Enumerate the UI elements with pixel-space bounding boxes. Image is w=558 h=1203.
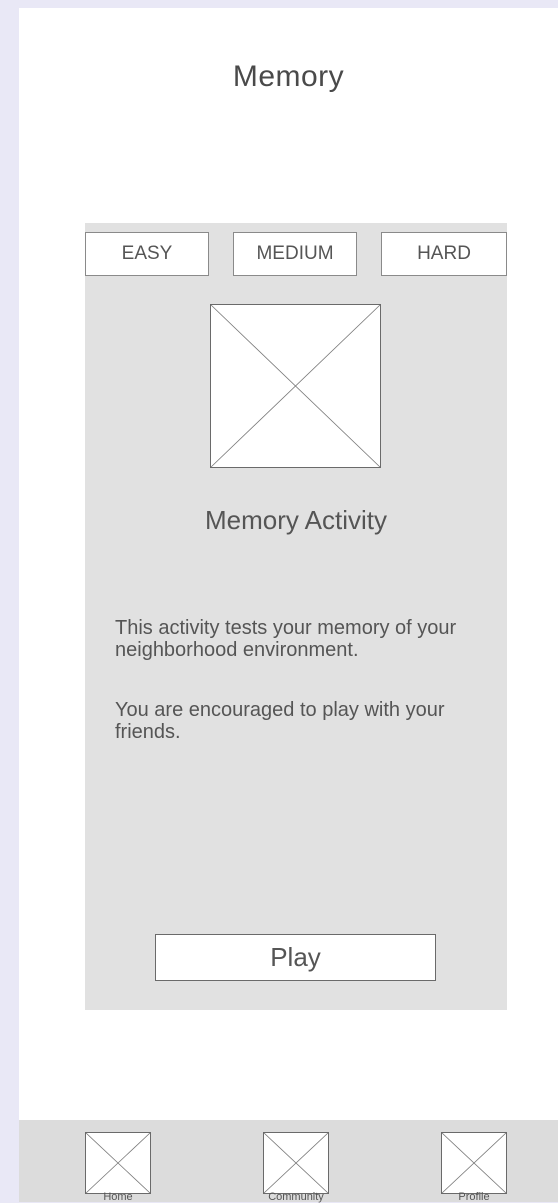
tab-community[interactable]: Community [262,1120,362,1203]
profile-icon [441,1132,507,1194]
easy-button[interactable]: EASY [85,232,209,276]
activity-image-placeholder-icon [210,304,381,468]
activity-card: EASY MEDIUM HARD Memory Activity This ac… [85,223,507,1010]
play-button[interactable]: Play [155,934,436,981]
tab-home-label: Home [103,1191,133,1203]
community-icon [263,1132,329,1194]
activity-encouragement: You are encouraged to play with your fri… [115,699,445,743]
activity-title: Memory Activity [204,505,388,535]
medium-button[interactable]: MEDIUM [233,232,357,276]
tab-profile-label: Profile [458,1191,490,1203]
bottom-tab-bar: Home Community Profile [19,1120,558,1203]
home-icon [85,1132,151,1194]
tab-home[interactable]: Home [84,1120,184,1203]
app-screen: Memory EASY MEDIUM HARD Memory Activity … [19,8,558,1203]
hard-button[interactable]: HARD [381,232,507,276]
tab-community-label: Community [268,1191,324,1203]
tab-profile[interactable]: Profile [440,1120,540,1203]
page-title: Memory [232,60,345,93]
activity-description: This activity tests your memory of your … [115,617,457,661]
